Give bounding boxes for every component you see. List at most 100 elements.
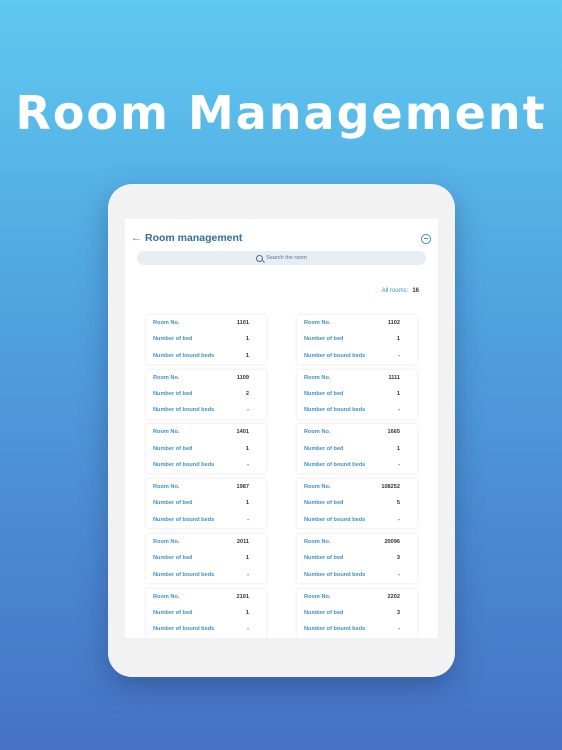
bed-count-label: Number of bed: [304, 391, 344, 398]
room-no-label: Room No.: [304, 484, 331, 491]
room-card-row: Number of bed 1: [153, 555, 249, 563]
room-card-row: Room No. 20096: [304, 539, 400, 547]
room-card-row: Number of bound beds -: [304, 407, 400, 415]
exit-icon[interactable]: [421, 234, 431, 244]
bed-count-value: 3: [396, 609, 400, 616]
room-no-value: 1987: [236, 484, 249, 491]
room-card[interactable]: Room No. 20096 Number of bed 3 Number of bou…: [297, 533, 417, 583]
bound-bed-count-value: -: [398, 626, 400, 633]
room-no-value: 108252: [381, 484, 400, 491]
room-card[interactable]: Room No. 1111 Number of bed 1 Number of boun…: [297, 369, 417, 419]
bound-bed-count-value: 1: [245, 352, 249, 359]
room-card[interactable]: Room No. 2011 Number of bed 1 Number of boun…: [146, 533, 266, 583]
bed-count-value: 5: [396, 500, 400, 507]
search-placeholder: Search the room: [266, 255, 307, 261]
room-no-value: 1401: [236, 429, 249, 436]
room-card-row: Room No. 1401: [153, 429, 249, 437]
room-card-row: Number of bed 5: [304, 500, 400, 508]
room-card[interactable]: Room No. 2101 Number of bed 1 Number of boun…: [146, 588, 266, 638]
bound-bed-count-value: -: [247, 626, 249, 633]
room-card-row: Number of bed 3: [304, 555, 400, 563]
room-card-row: Room No. 1987: [153, 484, 249, 492]
page-title: Room management: [145, 232, 243, 244]
bound-bed-count-label: Number of bound beds: [153, 407, 215, 414]
bed-count-label: Number of bed: [153, 555, 193, 562]
room-no-label: Room No.: [304, 538, 331, 545]
app-screen: ← Room management Search the room All ro…: [125, 219, 438, 638]
bound-bed-count-label: Number of bound beds: [153, 571, 215, 578]
bed-count-label: Number of bed: [304, 609, 344, 616]
room-no-value: 2101: [236, 593, 249, 600]
bound-bed-count-label: Number of bound beds: [153, 462, 215, 469]
room-card-row: Number of bound beds -: [153, 407, 249, 415]
room-card-row: Room No. 1111: [304, 375, 400, 383]
room-card-row: Number of bound beds 1: [153, 353, 249, 361]
room-card-row: Number of bed 1: [304, 336, 400, 344]
room-card[interactable]: Room No. 2202 Number of bed 3 Number of boun…: [297, 588, 417, 638]
bound-bed-count-label: Number of bound beds: [153, 516, 215, 523]
bound-bed-count-value: -: [247, 516, 249, 523]
bound-bed-count-label: Number of bound beds: [304, 352, 366, 359]
bed-count-value: 1: [396, 445, 400, 452]
bed-count-label: Number of bed: [304, 555, 344, 562]
bed-count-label: Number of bed: [304, 500, 344, 507]
bed-count-value: 1: [245, 609, 249, 616]
room-card-row: Number of bed 3: [304, 610, 400, 618]
room-card[interactable]: Room No. 1101 Number of bed 1 Number of boun…: [146, 315, 266, 364]
bound-bed-count-value: -: [247, 571, 249, 578]
room-card-row: Number of bound beds -: [153, 626, 249, 634]
room-card-row: Number of bound beds -: [304, 462, 400, 470]
bound-bed-count-label: Number of bound beds: [304, 407, 366, 414]
bound-bed-count-value: -: [398, 407, 400, 414]
room-card-row: Room No. 2202: [304, 594, 400, 602]
room-card-row: Number of bed 1: [153, 336, 249, 344]
room-card-row: Number of bound beds -: [304, 517, 400, 525]
room-no-label: Room No.: [153, 538, 180, 545]
bound-bed-count-label: Number of bound beds: [304, 516, 366, 523]
bound-bed-count-label: Number of bound beds: [304, 462, 366, 469]
bed-count-value: 1: [245, 336, 249, 343]
room-card-row: Number of bed 1: [304, 391, 400, 399]
room-no-value: 1111: [388, 374, 400, 381]
back-arrow-icon[interactable]: ←: [131, 232, 143, 244]
bound-bed-count-label: Number of bound beds: [153, 626, 215, 633]
bed-count-value: 1: [245, 445, 249, 452]
room-no-label: Room No.: [153, 484, 180, 491]
room-count-value: 16: [412, 288, 419, 294]
room-no-value: 1101: [236, 320, 249, 326]
bed-count-value: 3: [396, 555, 400, 562]
bound-bed-count-value: -: [247, 462, 249, 469]
room-card[interactable]: Room No. 1109 Number of bed 2 Number of boun…: [146, 369, 266, 419]
bound-bed-count-label: Number of bound beds: [153, 352, 215, 359]
bound-bed-count-value: -: [398, 571, 400, 578]
bound-bed-count-value: -: [398, 352, 400, 359]
room-card-row: Room No. 2011: [153, 539, 249, 547]
room-card-row: Number of bound beds -: [304, 572, 400, 580]
room-no-value: 2202: [387, 593, 400, 600]
room-card[interactable]: Room No. 1401 Number of bed 1 Number of boun…: [146, 424, 266, 474]
room-no-value: 1109: [236, 374, 249, 381]
bound-bed-count-label: Number of bound beds: [304, 626, 366, 633]
bed-count-label: Number of bed: [153, 609, 193, 616]
bed-count-label: Number of bed: [304, 336, 344, 343]
room-no-label: Room No.: [304, 320, 331, 326]
room-card-row: Number of bed 1: [153, 500, 249, 508]
room-card-row: Number of bound beds -: [153, 462, 249, 470]
room-card-row: Number of bed 2: [153, 391, 249, 399]
room-no-value: 20096: [384, 538, 400, 545]
bed-count-value: 1: [245, 555, 249, 562]
room-card[interactable]: Room No. 108252 Number of bed 5 Number of bo…: [297, 479, 417, 529]
room-card[interactable]: Room No. 1102 Number of bed 1 Number of boun…: [297, 315, 417, 364]
room-card-row: Number of bound beds -: [153, 572, 249, 580]
room-no-value: 2011: [236, 538, 249, 545]
room-card-row: Room No. 1101: [153, 320, 249, 328]
search-input[interactable]: Search the room: [137, 251, 426, 265]
bed-count-value: 1: [396, 336, 400, 343]
room-count: All rooms: 16: [382, 288, 419, 294]
bed-count-value: 1: [396, 391, 400, 398]
room-card-row: Number of bound beds -: [153, 517, 249, 525]
room-card[interactable]: Room No. 1665 Number of bed 1 Number of boun…: [297, 424, 417, 474]
room-card-row: Room No. 1665: [304, 429, 400, 437]
room-card[interactable]: Room No. 1987 Number of bed 1 Number of boun…: [146, 479, 266, 529]
room-card-row: Room No. 1102: [304, 320, 400, 328]
